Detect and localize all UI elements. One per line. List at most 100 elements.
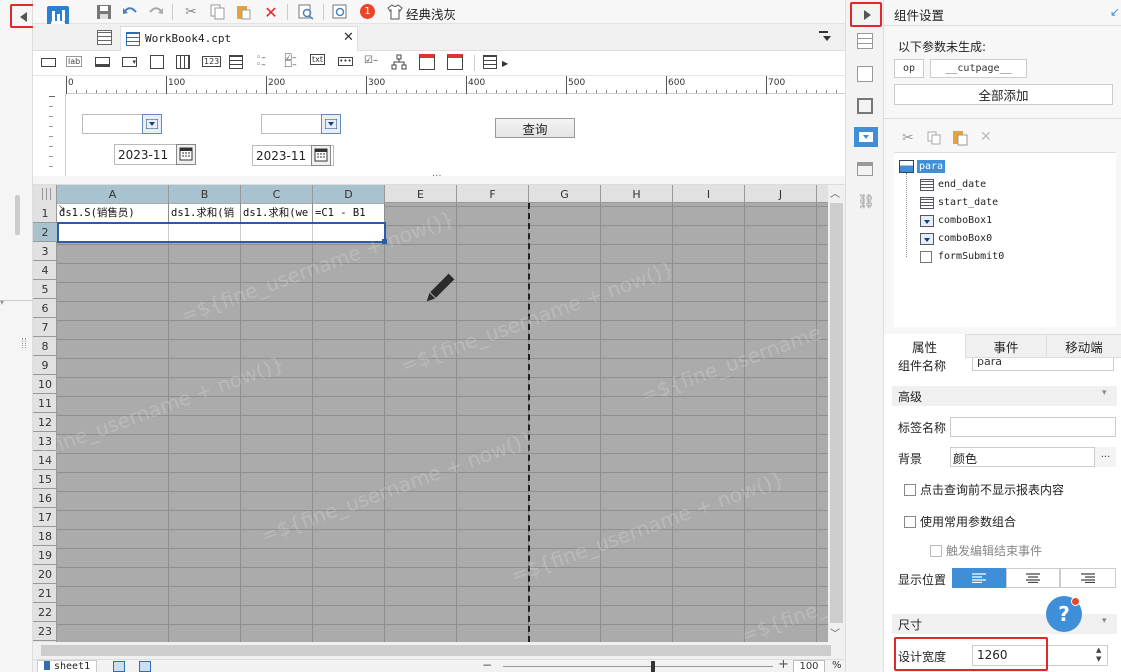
zoom-plus-icon[interactable]: + [778, 660, 789, 672]
tab-workbook[interactable]: WorkBook4.cpt ✕ [120, 26, 358, 51]
preview-icon[interactable] [297, 3, 315, 21]
tree-copy-icon[interactable] [927, 131, 941, 145]
copy-icon[interactable] [208, 3, 226, 21]
align-right-button[interactable] [1060, 568, 1116, 588]
row-header[interactable]: 10 [33, 375, 57, 394]
row-header[interactable]: 6 [33, 299, 57, 318]
combobox1-dropdown-button[interactable] [142, 114, 162, 134]
widget-tree-icon[interactable] [391, 54, 407, 70]
component-name-input[interactable]: para [972, 358, 1114, 371]
column-header[interactable]: B [169, 185, 241, 203]
left-scroll-thumb[interactable] [15, 195, 20, 235]
column-header[interactable]: H [601, 185, 673, 203]
tree-node-combobox0[interactable]: comboBox0 [938, 233, 992, 244]
notification-badge[interactable]: 1 [360, 4, 375, 19]
scroll-down-icon[interactable]: ﹀ [830, 625, 840, 640]
tree-paste-icon[interactable] [952, 130, 968, 146]
scroll-up-icon[interactable]: ︿ [830, 185, 840, 200]
row-header[interactable]: 21 [33, 584, 57, 603]
column-header[interactable]: F [457, 185, 529, 203]
row-header[interactable]: 1 [33, 204, 57, 223]
redo-icon[interactable] [147, 3, 165, 21]
search-preview-icon[interactable] [331, 3, 349, 21]
widget-settings-icon[interactable] [854, 127, 878, 147]
tree-node-formsubmit0[interactable]: formSubmit0 [938, 251, 1004, 262]
column-header[interactable]: G [529, 185, 601, 203]
column-header[interactable]: D [313, 185, 385, 203]
tag-name-input[interactable] [950, 417, 1116, 437]
tab-close-icon[interactable]: ✕ [343, 30, 354, 45]
row-header[interactable]: 19 [33, 546, 57, 565]
row-header[interactable]: 5 [33, 280, 57, 299]
hyperlink-icon[interactable]: ⛓ [857, 193, 875, 211]
hscroll-thumb[interactable] [41, 645, 831, 656]
column-header[interactable]: C [241, 185, 313, 203]
widget-checkbox-icon[interactable]: ☑– ☐– [284, 54, 297, 70]
cell-b1[interactable]: ds1.求和(销 [169, 204, 241, 223]
widget-radio-icon[interactable]: ◦– ◦– [256, 54, 266, 70]
widget-number-icon[interactable]: 123 [202, 56, 222, 67]
end-date-calendar-icon[interactable] [311, 145, 331, 166]
add-all-button[interactable]: 全部添加 [894, 84, 1113, 105]
theme-shirt-icon[interactable] [386, 3, 404, 21]
param-combo-checkbox[interactable] [904, 516, 916, 528]
widget-calendar-icon[interactable] [176, 55, 190, 69]
param-chip-cutpage[interactable]: __cutpage__ [930, 59, 1027, 78]
undo-icon[interactable] [121, 3, 139, 21]
widget-password-icon[interactable]: ••• [338, 57, 353, 66]
row-header[interactable]: 18 [33, 527, 57, 546]
tree-delete-icon[interactable]: ✕ [980, 129, 992, 145]
align-left-button[interactable] [952, 568, 1006, 588]
save-icon[interactable] [95, 3, 113, 21]
horizontal-scrollbar[interactable] [33, 642, 845, 659]
widget-checkboxgroup-icon[interactable]: ☑– [364, 55, 378, 66]
edit-end-event-checkbox[interactable] [930, 545, 942, 557]
combobox0-dropdown-button[interactable] [321, 114, 341, 134]
tree-node-combobox1[interactable]: comboBox1 [938, 215, 992, 226]
tab-properties[interactable]: 属性 [884, 334, 966, 358]
column-header[interactable]: E [385, 185, 457, 203]
widget-datetime2-icon[interactable] [447, 54, 463, 70]
cell-c1[interactable]: ds1.求和(we [241, 204, 313, 223]
zoom-minus-icon[interactable]: − [482, 660, 492, 672]
row-header[interactable]: 3 [33, 242, 57, 261]
cell-attr-icon[interactable] [857, 33, 873, 49]
cell-d1[interactable]: =C1 - B1 [313, 204, 385, 223]
row-header[interactable]: 22 [33, 603, 57, 622]
row-header[interactable]: 16 [33, 489, 57, 508]
query-button[interactable]: 查询 [495, 118, 575, 138]
column-header[interactable]: I [673, 185, 745, 203]
align-center-button[interactable] [1006, 568, 1060, 588]
param-chip-op[interactable]: op [894, 59, 924, 78]
data-column-icon[interactable] [857, 162, 873, 176]
row-header[interactable]: 15 [33, 470, 57, 489]
zoom-slider-track[interactable] [503, 666, 773, 667]
paste-icon[interactable] [234, 3, 252, 21]
tab-events[interactable]: 事件 [966, 334, 1047, 358]
row-header[interactable]: 20 [33, 565, 57, 584]
tree-cut-icon[interactable]: ✂ [902, 130, 914, 146]
row-header[interactable]: 12 [33, 413, 57, 432]
sheet-tab[interactable]: sheet1 [37, 660, 98, 672]
parameter-panel[interactable]: 查询 2023-11 2023-11 [66, 94, 845, 176]
widget-textarea-icon[interactable] [229, 55, 243, 69]
row-header[interactable]: 4 [33, 261, 57, 280]
combobox1[interactable] [82, 114, 162, 134]
widget-date-icon[interactable] [150, 55, 164, 69]
frame-icon[interactable] [857, 98, 873, 114]
add-sheet2-icon[interactable] [139, 661, 151, 672]
widget-button-icon[interactable] [95, 57, 110, 67]
row-header[interactable]: 23 [33, 622, 57, 641]
design-width-spinner[interactable]: ▲ ▼ [1096, 646, 1101, 664]
widget-text-icon[interactable]: lab [66, 56, 83, 67]
panel-pin-icon[interactable]: ↙ [1110, 5, 1120, 19]
tab-menu-icon[interactable] [819, 31, 833, 43]
theme-label[interactable]: 经典浅灰 [406, 4, 456, 23]
section-advanced[interactable]: 高级 ▾ [892, 386, 1117, 406]
left-collapse-arrow-icon[interactable]: ▾ [0, 298, 4, 307]
widget-textfield-icon[interactable]: txt [310, 54, 326, 65]
widget-label-icon[interactable] [41, 58, 56, 67]
combobox0[interactable] [261, 114, 341, 134]
background-more-button[interactable]: ··· [1094, 447, 1116, 467]
column-header[interactable]: A [57, 185, 169, 203]
